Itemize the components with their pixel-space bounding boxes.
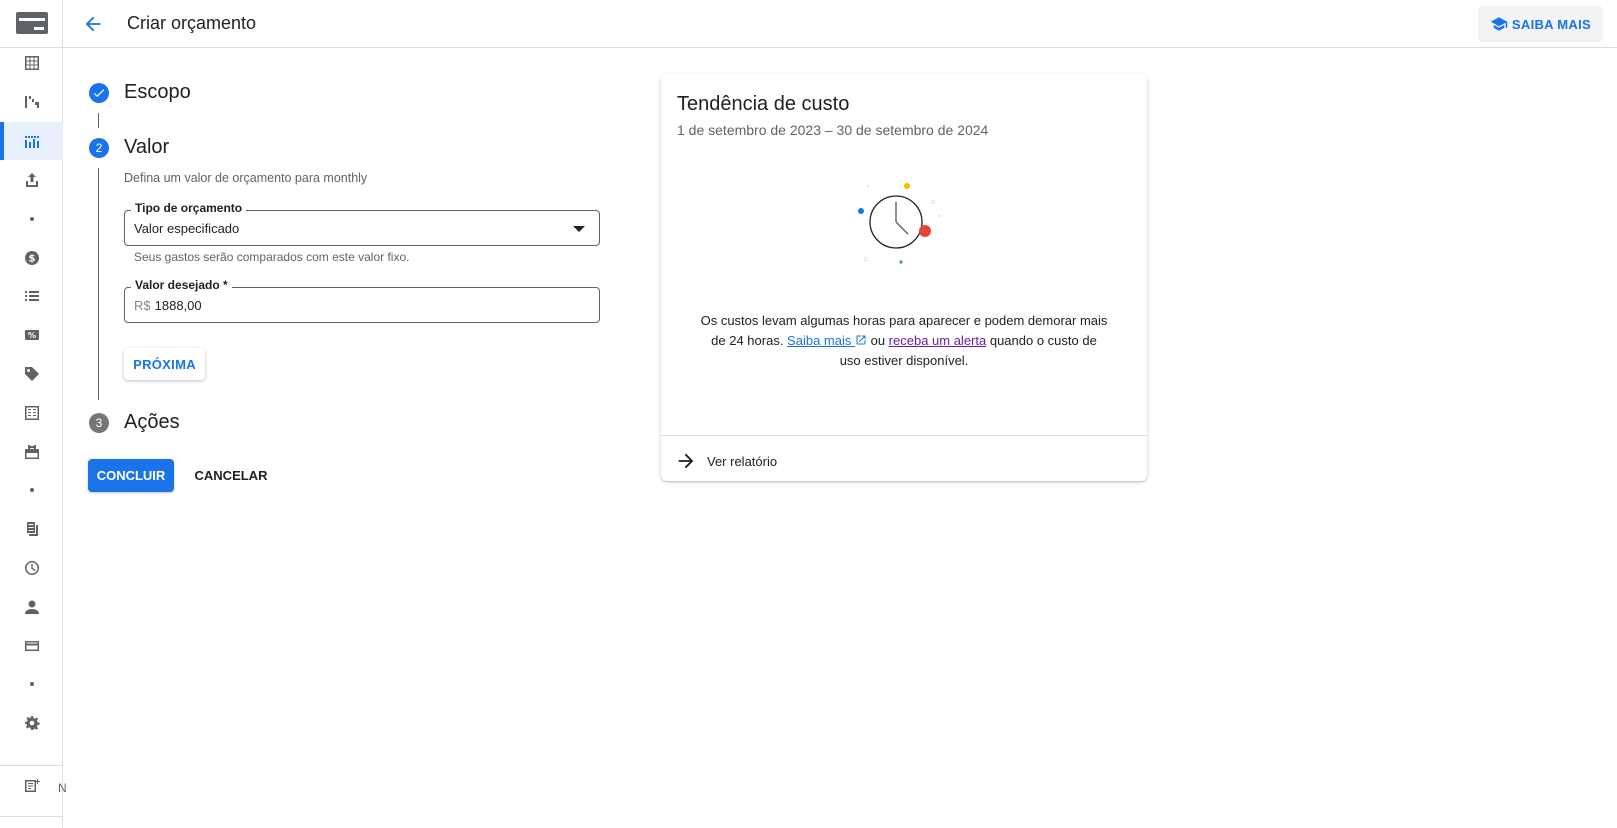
view-report-link[interactable]: Ver relatório	[675, 446, 777, 476]
back-arrow-icon[interactable]	[77, 8, 109, 40]
get-alert-link[interactable]: receba um alerta	[889, 333, 987, 348]
open-in-new-icon	[855, 332, 867, 345]
learn-more-link[interactable]: Saiba mais	[787, 333, 867, 348]
card-title: Tendência de custo	[677, 93, 850, 115]
nav-transactions-list-icon[interactable]	[0, 277, 63, 315]
svg-text:%: %	[27, 331, 35, 340]
nav-settings-gear-icon[interactable]	[0, 704, 63, 742]
next-button[interactable]: PRÓXIMA	[124, 348, 205, 380]
target-amount-label: Valor desejado *	[131, 278, 232, 292]
step-done-check-icon	[89, 83, 109, 103]
nav-commitments-icon[interactable]	[0, 433, 63, 471]
cancel-button[interactable]: CANCELAR	[186, 459, 276, 492]
nav-billing-dollar-icon[interactable]: $	[0, 239, 63, 277]
nav-separator-dot	[0, 471, 63, 509]
page-title: Criar orçamento	[127, 13, 257, 33]
learn-more-link-label: Saiba mais	[787, 333, 852, 348]
nav-account-person-icon[interactable]	[0, 588, 63, 626]
pending-clock-illustration-icon	[858, 183, 940, 264]
target-amount-value-wrap: R$ 1888,00	[134, 298, 202, 313]
page-header: Criar orçamento SAIBA MAIS	[63, 0, 1617, 48]
step-connector	[98, 113, 99, 128]
step-title-scope[interactable]: Escopo	[124, 81, 191, 104]
nav-separator-dot	[0, 665, 63, 703]
target-amount-value: 1888,00	[154, 298, 202, 313]
learn-more-button[interactable]: SAIBA MAIS	[1477, 6, 1603, 42]
rail-truncated-label: N	[58, 781, 67, 795]
budget-type-value: Valor especificado	[134, 221, 240, 236]
svg-text:$: $	[28, 254, 35, 265]
nav-tag-icon[interactable]	[0, 355, 63, 393]
step-title-value: Valor	[124, 136, 170, 158]
nav-history-clock-icon[interactable]	[0, 549, 63, 587]
nav-reports-icon[interactable]	[0, 83, 63, 121]
card-message: Os custos levam algumas horas para apare…	[699, 311, 1109, 371]
nav-overview-table-icon[interactable]	[0, 44, 63, 82]
budget-type-label: Tipo de orçamento	[131, 201, 247, 215]
step-description: Defina um valor de orçamento para monthl…	[124, 171, 368, 185]
nav-calculator-icon[interactable]	[0, 394, 63, 432]
step-number-3: 3	[89, 413, 109, 433]
card-date-range: 1 de setembro de 2023 – 30 de setembro d…	[677, 122, 989, 138]
card-divider	[661, 435, 1147, 436]
nav-payment-card-icon[interactable]	[0, 627, 63, 665]
target-amount-input[interactable]: Valor desejado * R$ 1888,00	[124, 278, 600, 323]
nav-budgets-icon[interactable]	[0, 122, 63, 160]
learn-more-label: SAIBA MAIS	[1511, 16, 1591, 32]
view-report-label: Ver relatório	[707, 453, 778, 469]
arrow-forward-icon	[678, 453, 694, 469]
nav-discounts-icon[interactable]: %	[0, 316, 63, 354]
nav-export-icon[interactable]	[0, 161, 63, 199]
budget-type-select[interactable]: Tipo de orçamento Valor especificado	[124, 201, 600, 246]
finish-button[interactable]: CONCLUIR	[88, 459, 174, 492]
card-message-part2: ou	[866, 333, 889, 348]
step-title-actions[interactable]: Ações	[124, 411, 180, 434]
currency-prefix: R$	[134, 298, 151, 313]
left-nav-rail: $ % N	[0, 0, 67, 828]
billing-logo-icon[interactable]	[16, 12, 48, 34]
step-connector	[98, 168, 99, 400]
rail-divider	[0, 816, 63, 817]
budget-type-hint: Seus gastos serão comparados com este va…	[134, 250, 410, 264]
dropdown-arrow-icon	[573, 226, 585, 232]
cost-trend-card: Tendência de custo 1 de setembro de 2023…	[661, 74, 1147, 481]
school-cap-icon	[1490, 17, 1508, 31]
nav-release-notes-icon[interactable]	[0, 767, 63, 805]
rail-divider	[0, 765, 63, 766]
step-number-2: 2	[89, 138, 109, 158]
nav-separator-dot	[0, 200, 63, 238]
nav-documents-icon[interactable]	[0, 510, 63, 548]
